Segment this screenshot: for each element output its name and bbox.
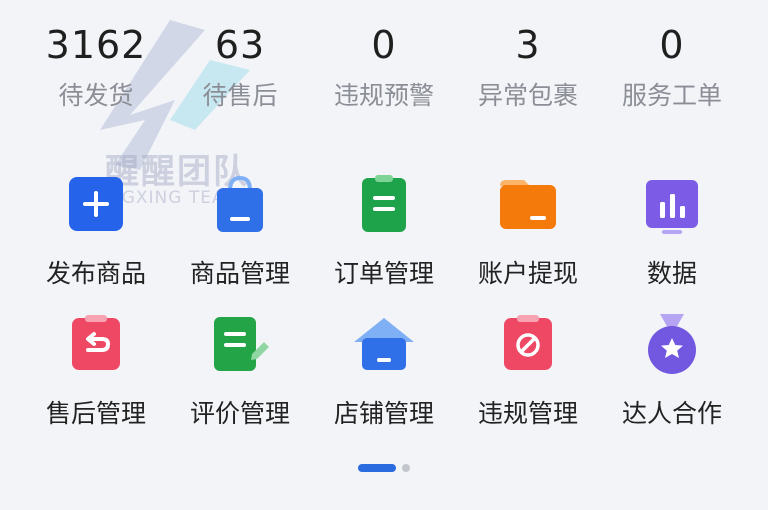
tool-label: 商品管理 bbox=[189, 259, 290, 288]
tool-product-management[interactable]: 商品管理 bbox=[168, 172, 312, 296]
stat-label: 待售后 bbox=[202, 81, 278, 110]
stat-violation-warning[interactable]: 0 违规预警 bbox=[312, 22, 456, 134]
tool-label: 店铺管理 bbox=[333, 399, 434, 428]
tool-publish-product[interactable]: 发布商品 bbox=[24, 172, 168, 296]
tool-after-sales-management[interactable]: 售后管理 bbox=[24, 312, 168, 436]
tool-influencer-cooperation[interactable]: 达人合作 bbox=[600, 312, 744, 436]
star-medal-icon bbox=[648, 314, 696, 374]
stat-label: 异常包裹 bbox=[477, 81, 578, 110]
tool-label: 发布商品 bbox=[45, 259, 146, 288]
edit-document-icon bbox=[214, 317, 269, 371]
stat-service-ticket[interactable]: 0 服务工单 bbox=[600, 22, 744, 134]
stats-row: 3162 待发货 63 待售后 0 违规预警 3 异常包裹 0 服务工单 bbox=[24, 22, 744, 134]
tool-label: 评价管理 bbox=[189, 399, 290, 428]
stat-label: 服务工单 bbox=[621, 81, 722, 110]
tool-label: 账户提现 bbox=[477, 259, 578, 288]
stat-pending-shipment[interactable]: 3162 待发货 bbox=[24, 22, 168, 134]
bar-chart-icon bbox=[646, 180, 698, 234]
stat-label: 违规预警 bbox=[333, 81, 434, 110]
stat-value: 0 bbox=[371, 23, 397, 67]
wallet-folder-icon bbox=[500, 180, 556, 229]
tool-label: 售后管理 bbox=[45, 399, 146, 428]
stat-value: 3 bbox=[515, 23, 541, 67]
prohibited-clipboard-icon bbox=[504, 315, 552, 370]
tool-violation-management[interactable]: 违规管理 bbox=[456, 312, 600, 436]
tool-review-management[interactable]: 评价管理 bbox=[168, 312, 312, 436]
return-clipboard-icon bbox=[72, 315, 120, 370]
tool-grid: 发布商品 商品管理 订单管理 账户提现 数据 售后管理 评价管理 店铺管理 违规… bbox=[24, 172, 744, 436]
stat-value: 3162 bbox=[45, 23, 147, 67]
tool-account-withdrawal[interactable]: 账户提现 bbox=[456, 172, 600, 296]
tool-store-management[interactable]: 店铺管理 bbox=[312, 312, 456, 436]
stat-value: 63 bbox=[214, 23, 266, 67]
tool-label: 违规管理 bbox=[477, 399, 578, 428]
stat-value: 0 bbox=[659, 23, 685, 67]
tool-label: 达人合作 bbox=[621, 399, 722, 428]
add-icon bbox=[69, 177, 123, 231]
store-house-icon bbox=[354, 318, 414, 370]
tool-data[interactable]: 数据 bbox=[600, 172, 744, 296]
clipboard-list-icon bbox=[362, 175, 406, 232]
stat-abnormal-package[interactable]: 3 异常包裹 bbox=[456, 22, 600, 134]
page-dot-active[interactable] bbox=[358, 464, 396, 472]
stat-label: 待发货 bbox=[58, 81, 134, 110]
tool-label: 订单管理 bbox=[333, 259, 434, 288]
page-dot[interactable] bbox=[402, 464, 410, 472]
tool-label: 数据 bbox=[646, 259, 697, 288]
stat-pending-after-sales[interactable]: 63 待售后 bbox=[168, 22, 312, 134]
tool-order-management[interactable]: 订单管理 bbox=[312, 172, 456, 296]
page-indicator bbox=[0, 464, 768, 472]
shopping-bag-icon bbox=[217, 175, 263, 232]
